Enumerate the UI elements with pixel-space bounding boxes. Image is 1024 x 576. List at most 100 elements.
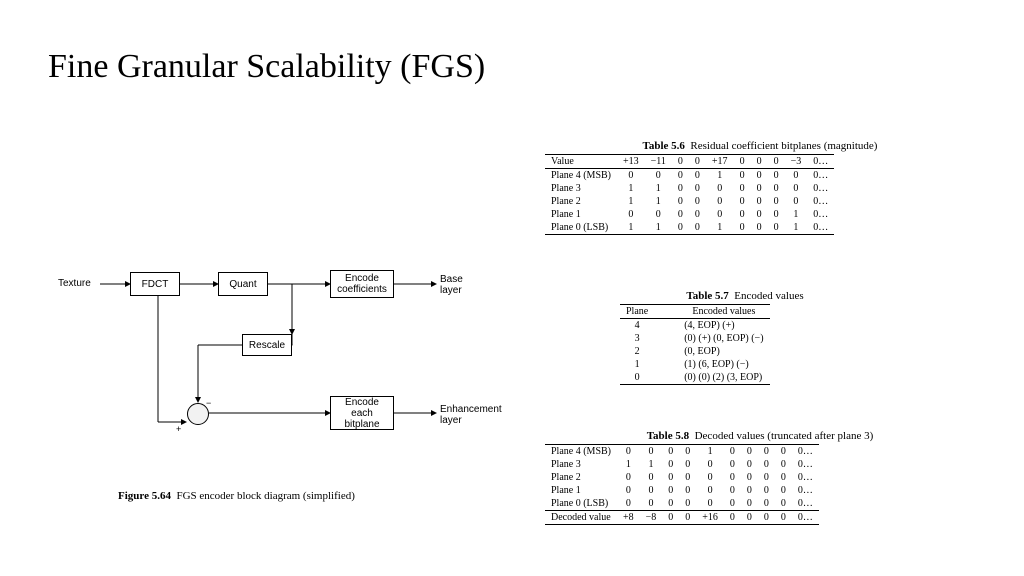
table-cell: 0 [679,471,696,484]
table-cell: 0 [758,484,775,497]
table-cell: 0 [785,195,808,208]
table-cell: (4, EOP) (+) [678,319,769,333]
table-cell: 0 [689,169,706,183]
quant-box: Quant [218,272,268,296]
table-cell: +8 [617,511,640,525]
table-cell: Plane 2 [545,471,617,484]
table-cell: 3 [620,332,678,345]
table-cell: −8 [640,511,663,525]
table-cell: 0 [775,458,792,471]
table-cell: 0 [751,169,768,183]
table-header: 0 [751,155,768,169]
table56-caption-text: Residual coefficient bitplanes (magnitud… [690,140,877,152]
table-cell: 0 [741,471,758,484]
table-cell: 0… [807,169,834,183]
table-cell: 0 [617,497,640,511]
table-cell: 0 [662,511,679,525]
table-5-6: Table 5.6 Residual coefficient bitplanes… [545,140,975,235]
table-cell: 0 [696,497,724,511]
table-header: Encoded values [678,305,769,319]
table-cell: 1 [706,169,734,183]
table-cell: 0 [672,208,689,221]
table-cell: 1 [617,221,645,235]
table-cell: 0 [775,511,792,525]
table-cell: 0 [662,458,679,471]
table-cell: 1 [785,208,808,221]
table-cell: 0 [617,484,640,497]
table-cell: 0 [724,445,741,459]
figure-caption-label: Figure 5.64 [118,490,171,502]
table-cell: Plane 3 [545,182,617,195]
table-cell: 0 [620,371,678,385]
table57-caption-label: Table 5.7 [686,290,728,302]
table-header: Plane [620,305,678,319]
table-cell: 0 [640,471,663,484]
table-cell: 0 [617,471,640,484]
table-cell: Plane 4 (MSB) [545,169,617,183]
table-cell: 0 [724,484,741,497]
table-cell: 0 [741,445,758,459]
table-cell: 0 [706,182,734,195]
table-cell: 1 [617,182,645,195]
table-cell: 0 [734,169,751,183]
table-cell: 0 [751,208,768,221]
table-cell: Plane 1 [545,484,617,497]
table-cell: (1) (6, EOP) (−) [678,358,769,371]
table-cell: 0 [689,221,706,235]
table-cell: 1 [785,221,808,235]
table-cell: 0 [724,471,741,484]
table-cell: 0 [696,471,724,484]
table-cell: 0… [807,195,834,208]
table-cell: 0 [775,471,792,484]
table-cell: 0… [807,208,834,221]
table-cell: 0 [741,497,758,511]
table-cell: 0 [640,445,663,459]
figure-caption: Figure 5.64 FGS encoder block diagram (s… [118,490,355,502]
table-cell: 0 [768,195,785,208]
table-cell: 0 [662,445,679,459]
table-cell: 0 [734,208,751,221]
table-5-7: Table 5.7 Encoded values PlaneEncoded va… [620,290,870,385]
table-cell: 0… [807,221,834,235]
table58-table: Plane 4 (MSB)0000100000…Plane 3110000000… [545,444,819,525]
enhancement-layer-label: Enhancement layer [440,404,502,426]
table-cell: 0 [751,182,768,195]
table-cell: 0 [645,208,672,221]
table-cell: 0 [662,484,679,497]
table-cell: 0 [672,195,689,208]
table-cell: 0 [640,484,663,497]
base-layer-label: Base layer [440,274,463,296]
table-cell: (0) (+) (0, EOP) (−) [678,332,769,345]
table-header: Value [545,155,617,169]
table-cell: 0 [741,484,758,497]
table-cell: 0 [689,195,706,208]
table-cell: 0 [734,182,751,195]
fgs-diagram: Texture FDCT Quant Encode coefficients B… [58,260,488,480]
table-cell: Decoded value [545,511,617,525]
table-cell: 0… [792,445,819,459]
table-cell: +16 [696,511,724,525]
table-cell: 0 [768,169,785,183]
table-header: 0 [672,155,689,169]
fdct-box: FDCT [130,272,180,296]
table-cell: 1 [645,195,672,208]
table-cell: 0 [645,169,672,183]
table-cell: 1 [696,445,724,459]
table-cell: 1 [620,358,678,371]
table-cell: 0 [672,182,689,195]
table-header: +13 [617,155,645,169]
table-cell: 0 [758,458,775,471]
table-cell: 0 [617,208,645,221]
table-cell: 0 [679,497,696,511]
table-cell: 0 [758,511,775,525]
table-cell: 0 [672,169,689,183]
table-cell: 0… [792,471,819,484]
table-cell: 0 [751,195,768,208]
table-header: −11 [645,155,672,169]
table-cell: 0 [672,221,689,235]
table57-table: PlaneEncoded values4(4, EOP) (+)3(0) (+)… [620,304,770,385]
table-cell: 0 [734,221,751,235]
figure-caption-text: FGS encoder block diagram (simplified) [176,490,354,502]
table-cell: Plane 2 [545,195,617,208]
table-cell: 0 [679,511,696,525]
